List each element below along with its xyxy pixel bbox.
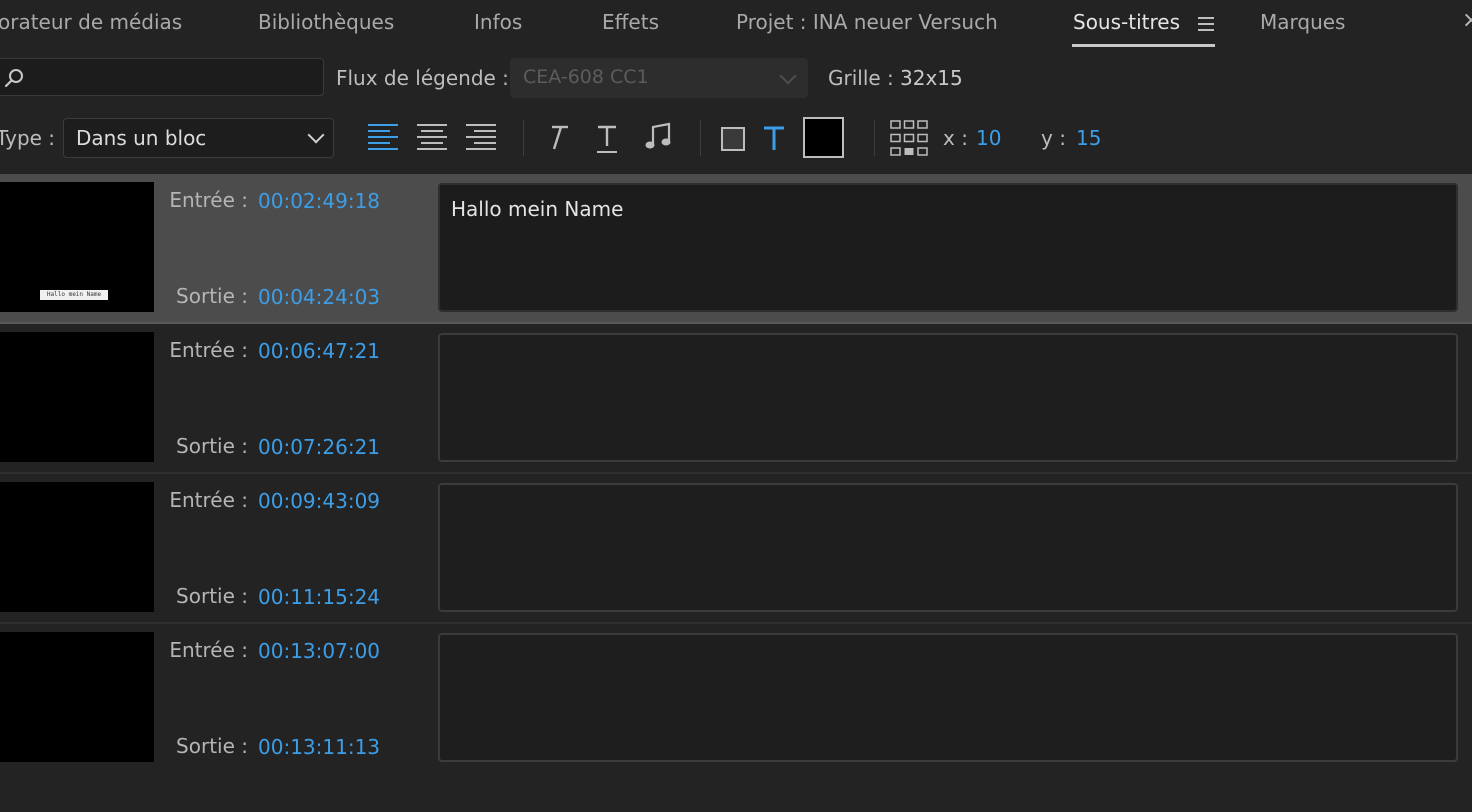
text-color-icon[interactable] [762,124,786,152]
caption-stream-label: Flux de légende : [336,66,509,90]
y-value[interactable]: 15 [1076,126,1101,150]
out-label: Sortie : [176,434,248,458]
active-tab-indicator [1072,44,1215,47]
out-label: Sortie : [176,584,248,608]
caption-text: Hallo mein Name [451,197,624,221]
italic-icon[interactable] [544,124,570,152]
in-label: Entrée : [169,488,248,512]
panel-menu-icon[interactable] [1198,17,1214,31]
type-value: Dans un bloc [76,126,207,150]
tab-markers[interactable]: Marques [1260,10,1345,34]
tab-info[interactable]: Infos [474,10,522,34]
color-swatch-button[interactable] [803,117,844,158]
thumbnail-caption-text: Hallo mein Name [40,290,108,300]
caption-stream-value: CEA-608 CC1 [523,66,649,88]
grid-label: Grille : [828,66,894,90]
caption-text-field[interactable]: Hallo mein Name [438,183,1458,312]
tab-effects[interactable]: Effets [602,10,659,34]
in-timecode[interactable]: 00:09:43:09 [258,489,380,513]
grid-value: 32x15 [900,66,963,90]
x-value[interactable]: 10 [976,126,1001,150]
in-timecode[interactable]: 00:02:49:18 [258,189,380,213]
toolbar-divider [700,120,701,156]
caption-row[interactable]: Entrée : 00:13:07:00 Sortie : 00:13:11:1… [0,624,1472,774]
align-left-button[interactable] [368,124,398,154]
toolbar-divider [874,120,875,156]
caption-text-field[interactable] [438,633,1458,762]
caption-thumbnail [0,482,154,612]
chevron-down-icon [307,126,325,144]
out-timecode[interactable]: 00:04:24:03 [258,285,380,309]
color-swatch [805,119,842,156]
in-label: Entrée : [169,638,248,662]
tab-project[interactable]: Projet : INA neuer Versuch [736,10,998,34]
tab-media-browser[interactable]: orateur de médias [0,10,182,34]
caption-text-field[interactable] [438,483,1458,612]
in-label: Entrée : [169,188,248,212]
out-timecode[interactable]: 00:13:11:13 [258,735,380,759]
caption-thumbnail: Hallo mein Name [0,182,154,312]
in-timecode[interactable]: 00:13:07:00 [258,639,380,663]
search-icon [4,69,23,88]
caption-row[interactable]: Hallo mein Name Entrée : 00:02:49:18 Sor… [0,174,1472,324]
align-center-button[interactable] [417,124,447,154]
type-label: Type : [0,126,56,150]
background-color-icon[interactable] [720,126,746,152]
position-grid-icon[interactable] [889,118,929,158]
underline-icon[interactable] [594,124,620,154]
type-select[interactable]: Dans un bloc [63,118,334,158]
caption-text-field[interactable] [438,333,1458,462]
out-label: Sortie : [176,734,248,758]
music-note-icon[interactable] [644,122,672,152]
tab-libraries[interactable]: Bibliothèques [258,10,394,34]
align-right-button[interactable] [466,124,496,154]
caption-thumbnail [0,632,154,762]
out-timecode[interactable]: 00:07:26:21 [258,435,380,459]
tab-captions[interactable]: Sous-titres [1073,10,1180,34]
in-label: Entrée : [169,338,248,362]
out-timecode[interactable]: 00:11:15:24 [258,585,380,609]
close-icon[interactable]: × [1462,8,1472,33]
search-input[interactable] [0,58,324,96]
caption-stream-select: CEA-608 CC1 [510,58,808,98]
toolbar-divider [523,120,524,156]
caption-thumbnail [0,332,154,462]
y-label: y : [1041,126,1066,150]
chevron-down-icon [779,67,797,85]
x-label: x : [943,126,968,150]
in-timecode[interactable]: 00:06:47:21 [258,339,380,363]
panel-tab-bar: orateur de médias Bibliothèques Infos Ef… [0,0,1472,52]
out-label: Sortie : [176,284,248,308]
caption-row[interactable]: Entrée : 00:09:43:09 Sortie : 00:11:15:2… [0,474,1472,624]
caption-row[interactable]: Entrée : 00:06:47:21 Sortie : 00:07:26:2… [0,324,1472,474]
